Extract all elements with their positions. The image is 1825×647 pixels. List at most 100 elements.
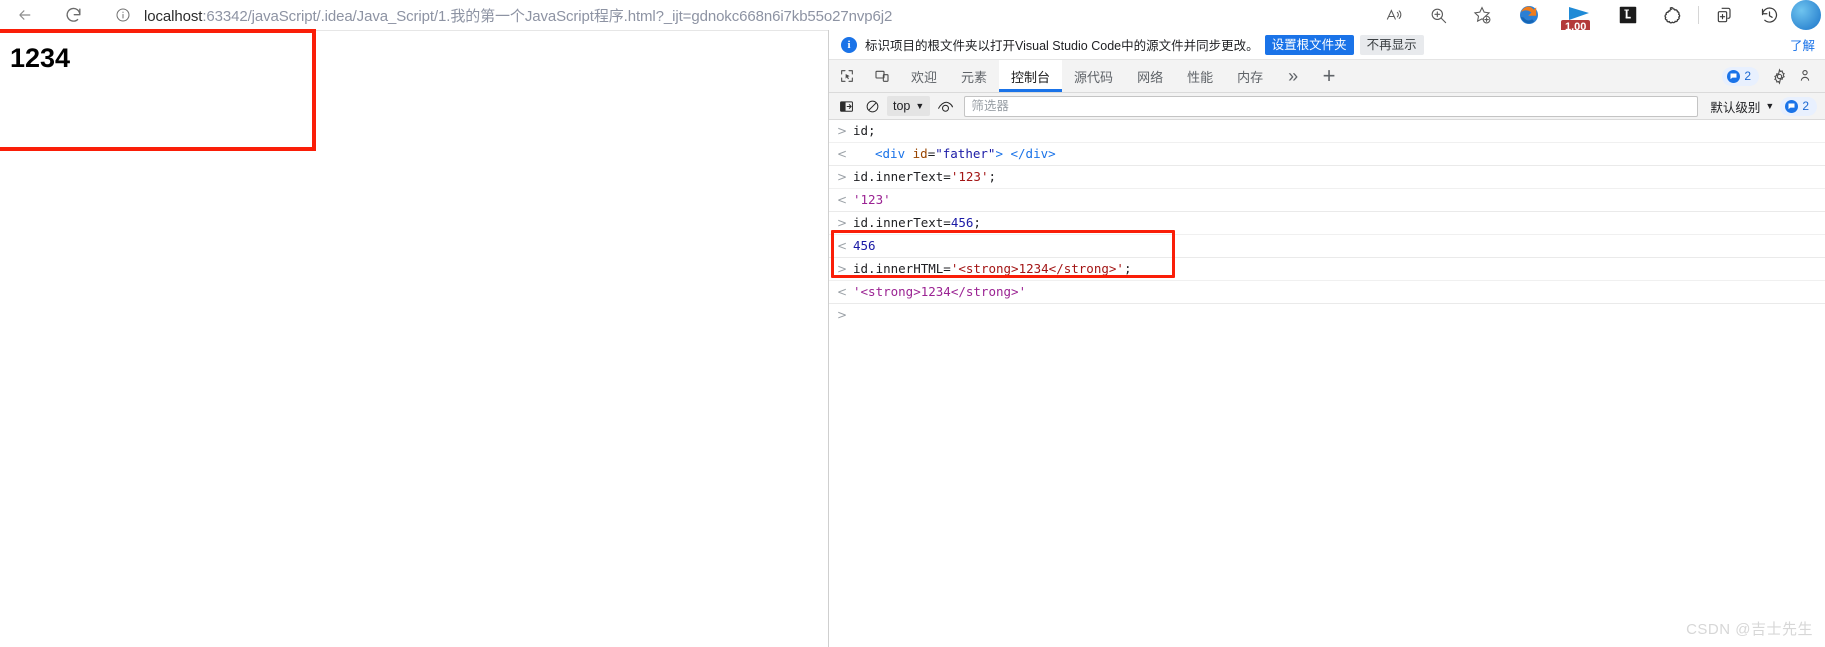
url-host: localhost [144, 7, 203, 25]
console-input-marker: > [837, 170, 848, 184]
console-row-text: '<strong>1234</strong>' [853, 284, 1026, 300]
info-icon: i [841, 36, 857, 53]
browser-toolbar: localhost:63342/javaScript/.idea/Java_Sc… [0, 0, 1825, 34]
console-result-marker: < [837, 239, 848, 253]
clear-console-icon[interactable] [859, 95, 885, 117]
console-context-selector[interactable]: top ▼ [887, 96, 931, 116]
gear-icon[interactable] [1765, 62, 1793, 90]
back-button[interactable] [8, 1, 42, 29]
live-expression-icon[interactable] [932, 95, 958, 117]
console-sidebar-toggle-icon[interactable] [833, 95, 859, 117]
reload-button[interactable] [56, 1, 90, 29]
console-context-value: top [893, 99, 911, 113]
console-prompt[interactable]: > [829, 304, 1825, 326]
console-row-text: '123' [853, 192, 891, 208]
tab-label: 欢迎 [911, 69, 938, 85]
code-token: "father" [935, 146, 996, 161]
site-info-icon[interactable] [112, 4, 134, 26]
console-row[interactable]: > id; [829, 120, 1825, 143]
devtools-notification-bar: i 标识项目的根文件夹以打开Visual Studio Code中的源文件并同步… [829, 30, 1825, 60]
console-result-marker: < [837, 285, 848, 299]
console-log-list[interactable]: > id; < <div id="father"> </div> > id.in… [829, 120, 1825, 647]
code-token: 456 [853, 238, 876, 253]
console-row-text: id.innerText='123'; [853, 169, 996, 185]
tab-sources[interactable]: 源代码 [1062, 60, 1125, 92]
code-token: ; [973, 215, 981, 230]
code-token: id.innerText= [853, 169, 951, 184]
extension-l-icon[interactable] [1606, 1, 1650, 29]
add-favorite-icon[interactable] [1460, 1, 1504, 29]
console-row[interactable]: > id.innerHTML='<strong>1234</strong>'; [829, 258, 1825, 281]
learn-more-link[interactable]: 了解 [1790, 35, 1817, 54]
extension-puzzle-icon[interactable] [1650, 1, 1694, 29]
console-row[interactable]: < 456 [829, 235, 1825, 258]
set-root-folder-button[interactable]: 设置根文件夹 [1264, 34, 1354, 55]
issues-badge[interactable]: 2 [1722, 66, 1759, 86]
console-level-selector[interactable]: 默认级别 ▼ [1704, 96, 1780, 116]
console-row[interactable]: < '123' [829, 189, 1825, 212]
console-row-text: 456 [853, 238, 876, 254]
devtools-panel: i 标识项目的根文件夹以打开Visual Studio Code中的源文件并同步… [828, 30, 1825, 647]
tab-label: 源代码 [1074, 69, 1114, 85]
tab-label: 性能 [1187, 69, 1214, 85]
more-tabs-icon[interactable]: » [1275, 60, 1311, 92]
code-token: id.innerText= [853, 215, 951, 230]
chevron-down-icon: ▼ [915, 101, 925, 111]
read-aloud-icon[interactable] [1372, 1, 1416, 29]
console-row[interactable]: < <div id="father"> </div> [829, 143, 1825, 166]
code-token: ; [988, 169, 997, 184]
console-result-marker: < [837, 147, 848, 161]
code-token: '123' [853, 192, 891, 207]
devtools-tabs-right-actions: 2 [1722, 60, 1825, 92]
zoom-icon[interactable] [1416, 1, 1460, 29]
code-token: '<strong>1234</strong>' [853, 284, 1027, 299]
console-row-text: id; [853, 123, 876, 139]
inspect-element-icon[interactable] [829, 60, 864, 92]
tab-performance[interactable]: 性能 [1175, 60, 1225, 92]
code-token: 456 [950, 215, 974, 230]
console-issues-count: 2 [1802, 99, 1809, 113]
tab-network[interactable]: 网络 [1125, 60, 1175, 92]
code-token: ; [1123, 261, 1132, 276]
history-icon[interactable] [1747, 1, 1791, 29]
console-prompt-marker: > [837, 308, 848, 322]
devtools-tab-strip: 欢迎 元素 控制台 源代码 网络 性能 内存 » + 2 [829, 60, 1825, 93]
address-bar[interactable]: localhost:63342/javaScript/.idea/Java_Sc… [112, 1, 1366, 29]
avatar[interactable] [1791, 0, 1821, 30]
issues-icon [1785, 99, 1799, 113]
console-row-text: id.innerText=456; [853, 215, 981, 231]
chevron-down-icon: ▼ [1765, 101, 1775, 111]
tab-label: 网络 [1137, 69, 1164, 85]
tab-label: 元素 [961, 69, 988, 85]
tab-console[interactable]: 控制台 [999, 60, 1063, 92]
console-row-text: <div id="father"> </div> [875, 146, 1056, 162]
page-heading-text: 1234 [10, 43, 71, 73]
console-row[interactable]: > id.innerText=456; [829, 212, 1825, 235]
console-input-marker: > [837, 124, 848, 138]
dont-show-again-button[interactable]: 不再显示 [1359, 34, 1424, 55]
notification-text: 标识项目的根文件夹以打开Visual Studio Code中的源文件并同步更改… [865, 39, 1259, 53]
code-token: > </div> [995, 146, 1056, 161]
extension-ruler-icon[interactable]: 1.00 [1554, 1, 1606, 34]
tab-welcome[interactable]: 欢迎 [899, 60, 949, 92]
console-row[interactable]: > id.innerText='123'; [829, 166, 1825, 189]
tab-label: 控制台 [1011, 69, 1051, 85]
extension-ie-mode-icon[interactable] [1504, 1, 1554, 29]
split-screen-icon[interactable] [1703, 1, 1747, 29]
url-path: :63342/javaScript/.idea/Java_Script/1.我的… [202, 7, 893, 25]
code-token: '<strong>1234</strong>' [950, 261, 1124, 276]
toolbar-divider [1698, 6, 1699, 24]
code-token: <div [875, 146, 913, 161]
tab-elements[interactable]: 元素 [949, 60, 999, 92]
issues-icon [1727, 69, 1741, 83]
tab-memory[interactable]: 内存 [1225, 60, 1275, 92]
console-row[interactable]: < '<strong>1234</strong>' [829, 281, 1825, 304]
watermark: CSDN @吉士先生 [1686, 621, 1813, 638]
device-toolbar-icon[interactable] [864, 60, 899, 92]
add-tab-icon[interactable]: + [1311, 60, 1347, 92]
console-issues-badge[interactable]: 2 [1780, 96, 1817, 116]
console-row-text: id.innerHTML='<strong>1234</strong>'; [853, 261, 1131, 277]
console-filter-input[interactable] [964, 95, 1699, 117]
devtools-more-options-icon[interactable] [1793, 62, 1821, 90]
issues-count: 2 [1744, 69, 1751, 83]
